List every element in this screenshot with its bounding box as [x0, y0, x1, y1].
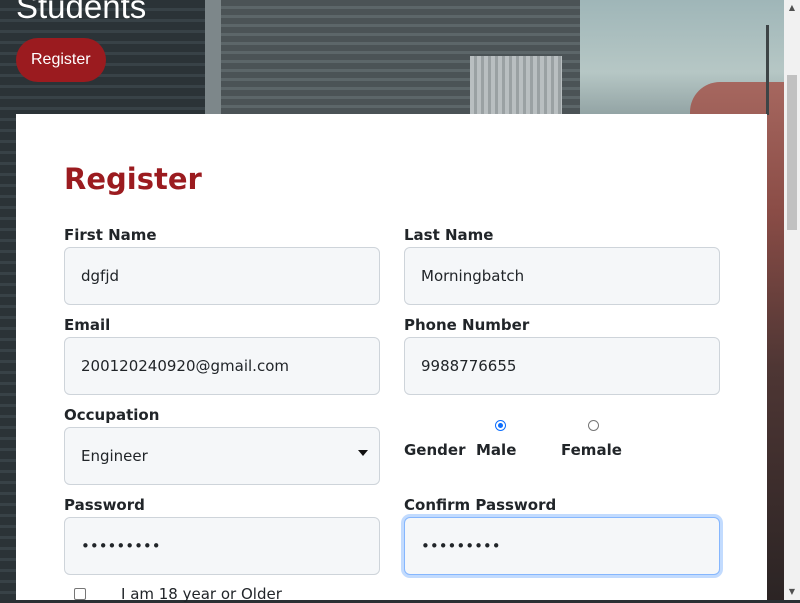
phone-input[interactable]: [404, 337, 720, 395]
confirm-password-label: Confirm Password: [404, 496, 557, 514]
occupation-selected-value: Engineer: [81, 447, 148, 465]
occupation-select[interactable]: Engineer: [64, 427, 380, 485]
age-confirm-checkbox[interactable]: [74, 588, 86, 600]
last-name-input[interactable]: [404, 247, 720, 305]
first-name-input[interactable]: [64, 247, 380, 305]
caret-down-icon: [358, 450, 368, 456]
gender-male-label: Male: [476, 441, 517, 459]
page-title: Students: [16, 0, 147, 25]
email-input[interactable]: [64, 337, 380, 395]
antenna-pole: [766, 25, 769, 115]
triangle-up-icon[interactable]: ▲: [784, 0, 800, 16]
password-label: Password: [64, 496, 145, 514]
gender-male-radio[interactable]: [495, 420, 506, 431]
occupation-label: Occupation: [64, 406, 160, 424]
scrollbar-thumb[interactable]: [787, 75, 797, 230]
register-form-card: Register First Name Last Name Email Phon…: [16, 114, 767, 603]
vertical-scrollbar[interactable]: ▲ ▼: [784, 0, 800, 600]
register-nav-button[interactable]: Register: [16, 38, 106, 82]
phone-label: Phone Number: [404, 316, 530, 334]
password-input[interactable]: [64, 517, 380, 575]
form-heading: Register: [64, 162, 202, 196]
gender-label: Gender: [404, 441, 466, 459]
triangle-down-icon[interactable]: ▼: [784, 584, 800, 600]
first-name-label: First Name: [64, 226, 157, 244]
trailer: [470, 56, 562, 116]
email-label: Email: [64, 316, 111, 334]
gender-female-radio[interactable]: [588, 420, 599, 431]
confirm-password-input[interactable]: [404, 517, 720, 575]
last-name-label: Last Name: [404, 226, 494, 244]
gender-female-label: Female: [561, 441, 622, 459]
age-confirm-label: I am 18 year or Older: [121, 585, 282, 603]
